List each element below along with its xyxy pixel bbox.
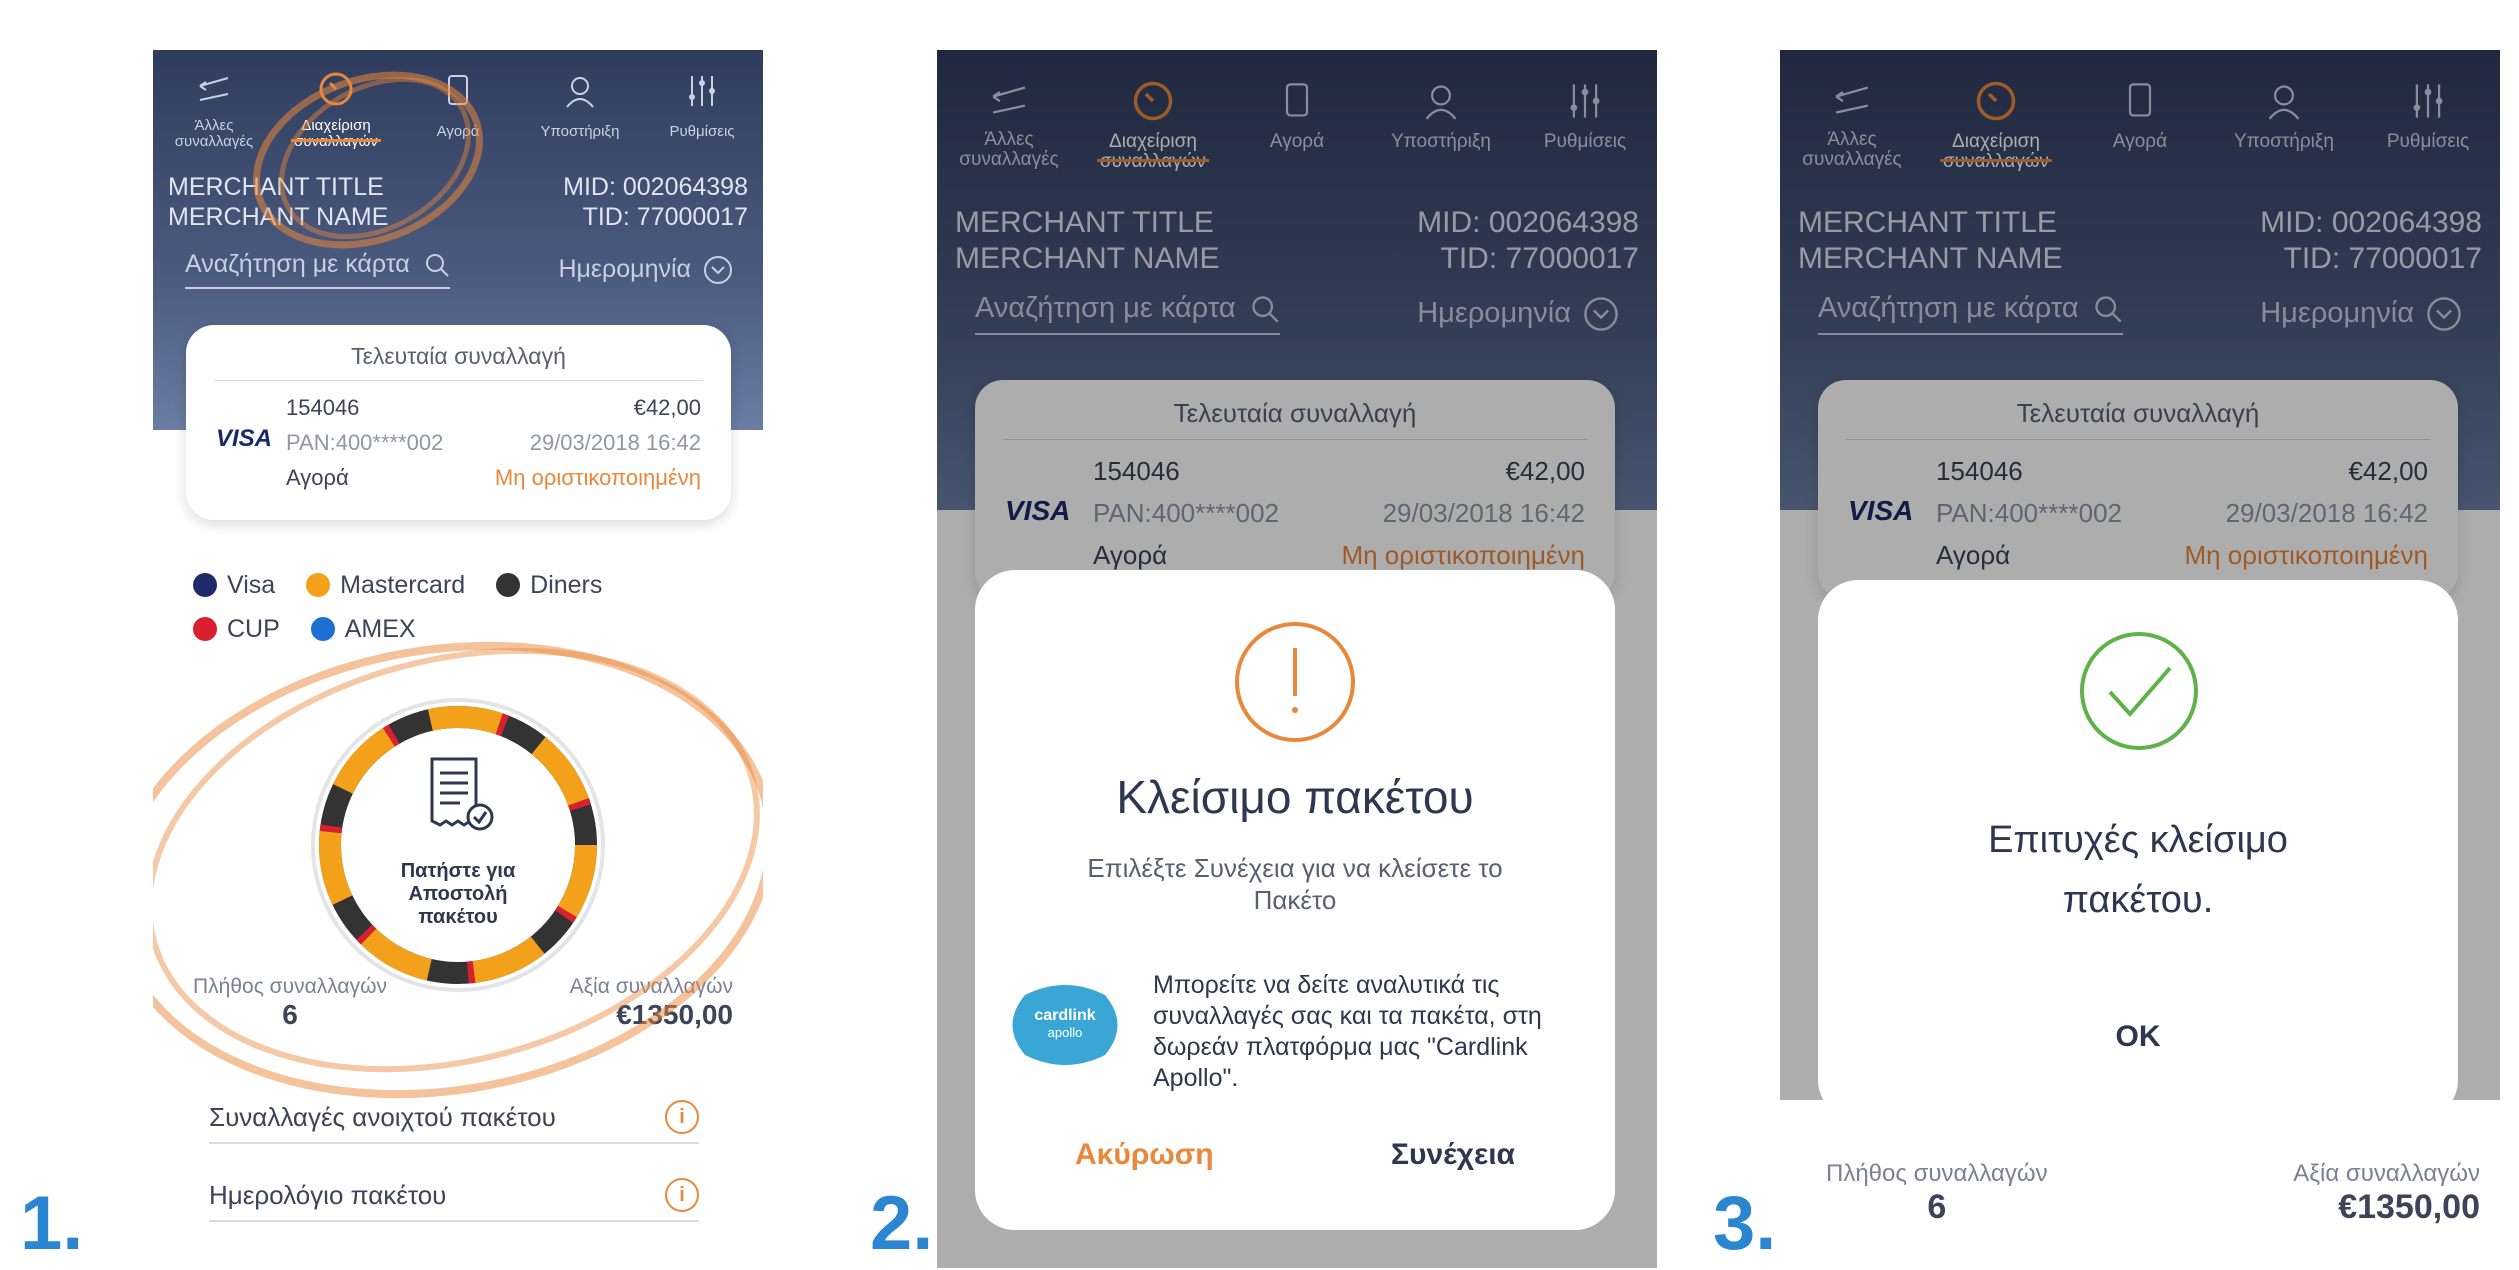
check-circle-icon [2080,632,2198,750]
close-batch-dialog: Κλείσιμο πακέτου Επιλέξτε Συνέχεια για ν… [975,570,1615,1230]
dialog-title: Κλείσιμο πακέτου [1116,771,1474,823]
continue-button[interactable]: Συνέχεια [1391,1138,1515,1172]
cardlink-apollo-logo: cardlink apollo [1005,975,1125,1075]
dialog-message: Επιλέξτε Συνέχεια για να κλείσετε το Πακ… [1087,853,1503,915]
apollo-info: Μπορείτε να δείτε αναλυτικά τις συναλλαγ… [1153,971,1542,1092]
step-label-2: 2. [870,1181,934,1266]
screen-3: Άλλες συναλλαγές Διαχείριση συναλλαγών Α… [1780,50,2500,1268]
batch-stats: Πλήθος συναλλαγών 6 Αξία συναλλαγών €1350,… [1780,1160,2500,1227]
screen-2: Άλλες συναλλαγές Διαχείριση συναλλαγών Α… [937,50,1657,1268]
success-dialog: Επιτυχές κλείσιμο πακέτου. OK [1818,580,2458,1120]
count-label: Πλήθος συναλλαγών [1826,1160,2048,1187]
logo-line-2: apollo [1047,1025,1083,1040]
step-label-1: 1. [20,1181,84,1266]
success-message-l1: Επιτυχές κλείσιμο [1988,819,2288,861]
logo-line-1: cardlink [1034,1007,1096,1024]
ok-button[interactable]: OK [1818,1020,2458,1054]
warning-icon [1235,622,1355,742]
value-label: Αξία συναλλαγών [2293,1160,2480,1187]
annotation-scribbles [153,71,763,1099]
screen-1: Άλλες συναλλαγές Διαχείριση συναλλαγών Α… [153,50,763,1270]
value-amount: €1350,00 [2338,1188,2480,1226]
success-message-l2: πακέτου. [2062,879,2214,921]
step-label-3: 3. [1713,1181,1777,1266]
count-value: 6 [1927,1188,1947,1226]
cancel-button[interactable]: Ακύρωση [1075,1138,1214,1172]
